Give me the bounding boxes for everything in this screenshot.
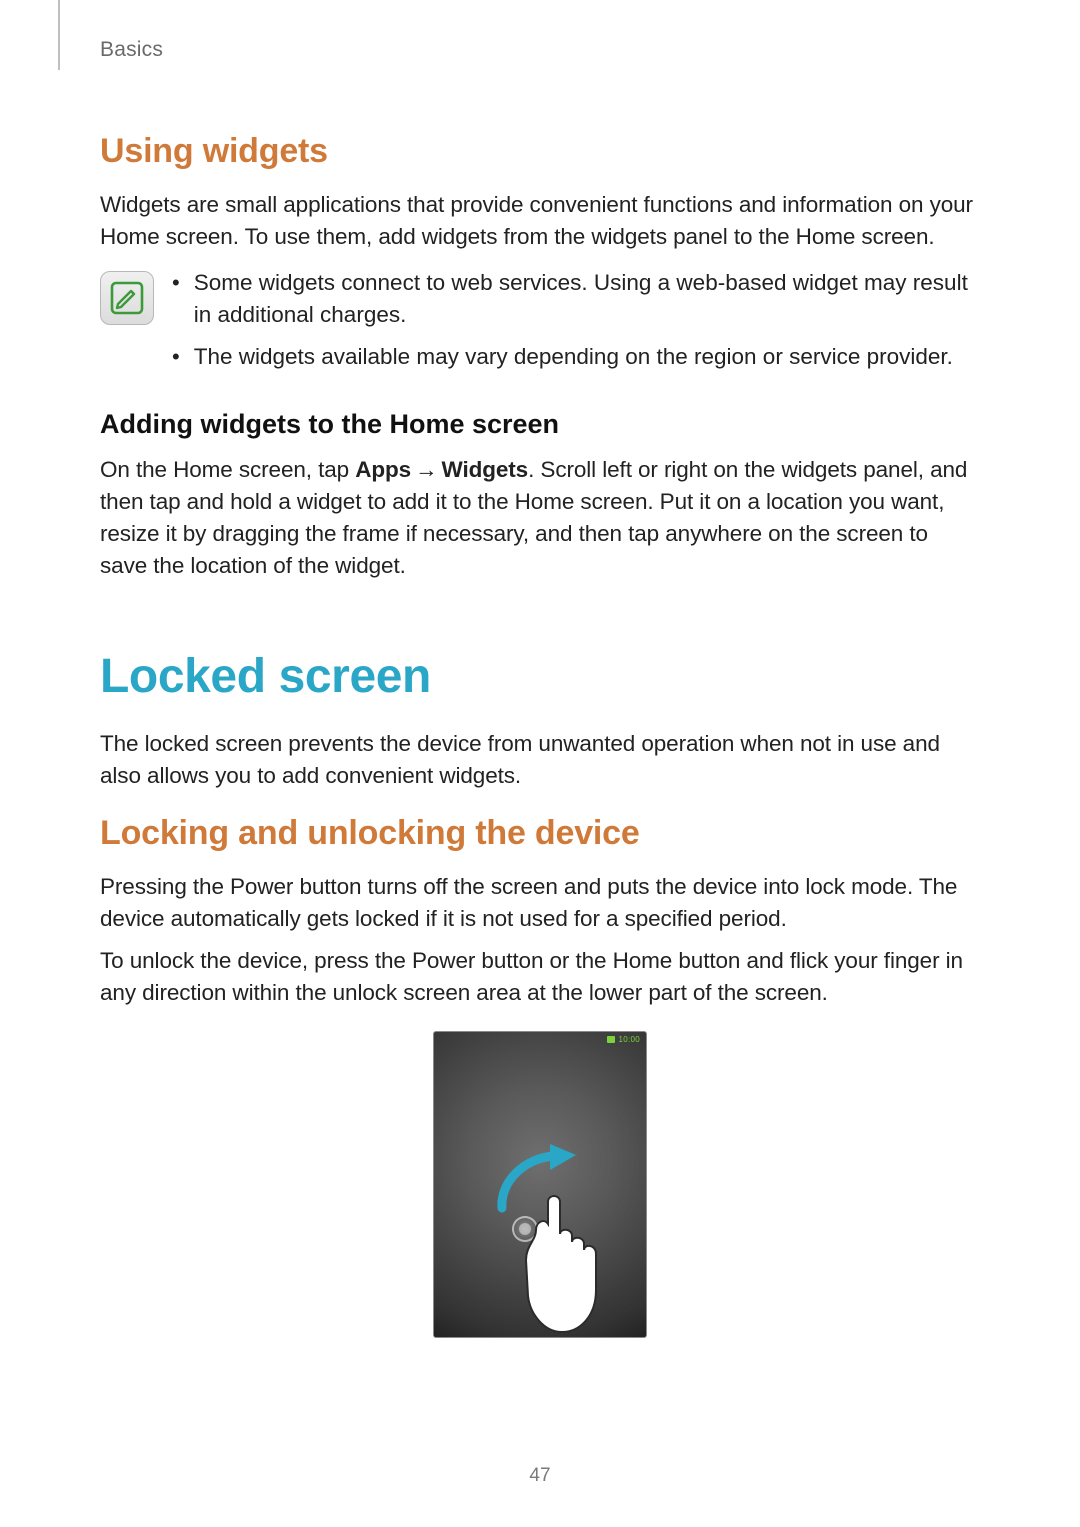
paragraph-lock-1: Pressing the Power button turns off the … xyxy=(100,871,980,935)
bullet-dot-icon: • xyxy=(172,267,180,331)
heading-lock-unlock: Locking and unlocking the device xyxy=(100,814,980,853)
device-illustration: 10:00 xyxy=(433,1031,647,1338)
heading-adding-widgets: Adding widgets to the Home screen xyxy=(100,409,980,440)
status-bar: 10:00 xyxy=(607,1035,640,1044)
note-item: • The widgets available may vary dependi… xyxy=(172,341,980,373)
heading-using-widgets: Using widgets xyxy=(100,132,980,171)
note-icon xyxy=(100,271,154,325)
device-figure: 10:00 xyxy=(100,1031,980,1338)
header-rule xyxy=(58,0,60,70)
paragraph-lock-2: To unlock the device, press the Power bu… xyxy=(100,945,980,1009)
status-time: 10:00 xyxy=(618,1035,640,1044)
note-text: The widgets available may vary depending… xyxy=(194,341,953,373)
paragraph-add-widget-instruction: On the Home screen, tap Apps→Widgets. Sc… xyxy=(100,454,980,582)
paragraph-locked-intro: The locked screen prevents the device fr… xyxy=(100,728,980,792)
page-number: 47 xyxy=(0,1465,1080,1487)
note-block: • Some widgets connect to web services. … xyxy=(100,267,980,383)
battery-icon xyxy=(607,1036,615,1043)
paragraph-widgets-intro: Widgets are small applications that prov… xyxy=(100,189,980,253)
note-text: Some widgets connect to web services. Us… xyxy=(194,267,980,331)
note-list: • Some widgets connect to web services. … xyxy=(172,267,980,383)
heading-locked-screen: Locked screen xyxy=(100,649,980,704)
hand-pointer-icon xyxy=(514,1182,644,1338)
instruction-text: On the Home screen, tap xyxy=(100,457,355,482)
document-page: Basics Using widgets Widgets are small a… xyxy=(0,0,1080,1527)
arrow-right-icon: → xyxy=(411,454,441,486)
page-content: Using widgets Widgets are small applicat… xyxy=(100,30,980,1338)
ui-label-apps: Apps xyxy=(355,457,411,482)
note-item: • Some widgets connect to web services. … xyxy=(172,267,980,331)
breadcrumb: Basics xyxy=(100,38,163,62)
bullet-dot-icon: • xyxy=(172,341,180,373)
pencil-note-icon xyxy=(107,278,147,318)
ui-label-widgets: Widgets xyxy=(442,457,529,482)
